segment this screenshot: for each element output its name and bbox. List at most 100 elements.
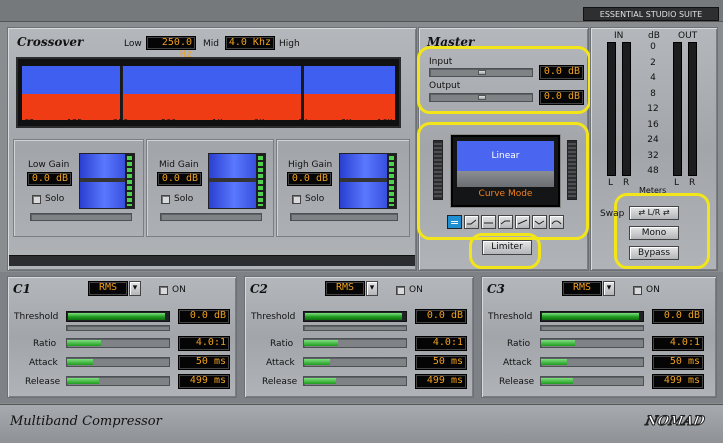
curve-mode-value: Linear bbox=[457, 141, 554, 171]
mid-solo-checkbox[interactable] bbox=[161, 195, 170, 204]
c2-detector-select[interactable]: RMS bbox=[325, 281, 365, 296]
freq-tick-500: 500 bbox=[161, 118, 177, 127]
db-scale-48: 48 bbox=[647, 166, 659, 176]
high-label: High bbox=[279, 39, 300, 49]
c3-release-slider[interactable] bbox=[540, 376, 644, 386]
low-gain-fader-handle[interactable] bbox=[80, 178, 126, 182]
lower-band-region bbox=[22, 94, 395, 120]
input-display[interactable]: 0.0 dB bbox=[539, 65, 584, 80]
c3-on-checkbox[interactable] bbox=[633, 286, 642, 295]
upper-band-region bbox=[22, 66, 395, 94]
c2-attack-display[interactable]: 50 ms bbox=[415, 355, 467, 370]
mono-button[interactable]: Mono bbox=[629, 226, 679, 240]
c1-on-label: ON bbox=[172, 285, 186, 295]
mid-band-strip bbox=[160, 213, 262, 221]
c1-detector-dropdown-icon[interactable]: ▾ bbox=[129, 281, 141, 296]
crossover-title: Crossover bbox=[17, 35, 84, 49]
high-gain-fader-handle[interactable] bbox=[340, 178, 388, 182]
mid-gain-display[interactable]: 0.0 dB bbox=[157, 172, 202, 186]
freq-tick-125: 125 bbox=[67, 118, 83, 127]
curve-shape-4-button[interactable] bbox=[498, 215, 513, 229]
c3-detector-select[interactable]: RMS bbox=[562, 281, 602, 296]
c3-ratio-slider[interactable] bbox=[540, 338, 644, 348]
c1-ratio-label: Ratio bbox=[33, 339, 57, 349]
c1-ratio-slider[interactable] bbox=[66, 338, 170, 348]
c2-on-checkbox[interactable] bbox=[396, 286, 405, 295]
mid-gain-fader-handle[interactable] bbox=[209, 178, 257, 182]
c2-detector-dropdown-icon[interactable]: ▾ bbox=[366, 281, 378, 296]
c1-threshold-label: Threshold bbox=[14, 312, 59, 322]
high-crossover-handle[interactable] bbox=[301, 66, 304, 120]
c1-threshold-fill bbox=[68, 313, 165, 320]
db-scale-2: 2 bbox=[650, 57, 656, 68]
curve-shape-2-button[interactable] bbox=[464, 215, 479, 229]
footer-title: Multiband Compressor bbox=[10, 414, 162, 429]
curve-shape-5-button[interactable] bbox=[515, 215, 530, 229]
curve-mode-caption: Curve Mode bbox=[478, 189, 533, 199]
low-gain-fader[interactable] bbox=[79, 153, 135, 209]
c1-release-label: Release bbox=[25, 377, 61, 387]
low-band-strip bbox=[30, 213, 132, 221]
c1-release-slider[interactable] bbox=[66, 376, 170, 386]
c1-on-checkbox[interactable] bbox=[159, 286, 168, 295]
nomad-logo: NOMAD bbox=[644, 414, 707, 430]
high-gain-fader[interactable] bbox=[339, 153, 397, 209]
limiter-button[interactable]: Limiter bbox=[482, 240, 532, 255]
mid-gain-fader[interactable] bbox=[208, 153, 266, 209]
c2-threshold-meter[interactable] bbox=[303, 311, 407, 322]
mid-label: Mid bbox=[203, 39, 219, 49]
curve-mode-screen[interactable]: Linear Curve Mode bbox=[451, 135, 560, 207]
c3-ratio-display[interactable]: 4.0:1 bbox=[652, 336, 704, 351]
c1-release-display[interactable]: 499 ms bbox=[178, 374, 230, 389]
output-slider[interactable] bbox=[429, 93, 533, 102]
swap-lr-button[interactable]: ⇄ L/R ⇄ bbox=[629, 206, 679, 220]
c2-threshold-display[interactable]: 0.0 dB bbox=[415, 309, 467, 324]
c3-threshold-display[interactable]: 0.0 dB bbox=[652, 309, 704, 324]
brand-tag: ESSENTIAL STUDIO SUITE bbox=[583, 7, 719, 21]
db-scale-24: 24 bbox=[647, 135, 659, 145]
low-gain-display[interactable]: 0.0 dB bbox=[27, 172, 72, 186]
c2-on-label: ON bbox=[409, 285, 423, 295]
curve-mode-graph bbox=[457, 171, 554, 187]
c3-attack-slider[interactable] bbox=[540, 357, 644, 367]
c3-on-label: ON bbox=[646, 285, 660, 295]
curve-shape-7-button[interactable] bbox=[549, 215, 564, 229]
high-gain-display[interactable]: 0.0 dB bbox=[287, 172, 332, 186]
c1-title: C1 bbox=[13, 282, 31, 296]
high-gain-level bbox=[387, 154, 396, 208]
c1-attack-slider[interactable] bbox=[66, 357, 170, 367]
curve-shape-1-button[interactable] bbox=[447, 215, 462, 229]
mid-frequency-display[interactable]: 4.0 Khz bbox=[225, 36, 275, 50]
c2-title: C2 bbox=[250, 282, 268, 296]
curve-shape-6-button[interactable] bbox=[532, 215, 547, 229]
input-slider[interactable] bbox=[429, 68, 533, 77]
output-slider-knob[interactable] bbox=[478, 95, 486, 100]
curve-shape-3-button[interactable] bbox=[481, 215, 496, 229]
c1-threshold-meter[interactable] bbox=[66, 311, 170, 322]
c2-ratio-slider[interactable] bbox=[303, 338, 407, 348]
c2-ratio-display[interactable]: 4.0:1 bbox=[415, 336, 467, 351]
low-solo-label: Solo bbox=[45, 194, 65, 204]
output-display[interactable]: 0.0 dB bbox=[539, 90, 584, 105]
c3-threshold-meter[interactable] bbox=[540, 311, 644, 322]
c3-attack-display[interactable]: 50 ms bbox=[652, 355, 704, 370]
low-solo-checkbox[interactable] bbox=[32, 195, 41, 204]
c3-attack-label: Attack bbox=[503, 358, 532, 368]
low-frequency-display[interactable]: 250.0 Hz bbox=[146, 36, 196, 60]
freq-tick-250: 250 bbox=[113, 118, 129, 127]
c1-detector-select[interactable]: RMS bbox=[88, 281, 128, 296]
input-label: Input bbox=[429, 57, 453, 67]
high-solo-checkbox[interactable] bbox=[292, 195, 301, 204]
curve-mode-left-meter bbox=[433, 140, 443, 200]
bypass-button[interactable]: Bypass bbox=[629, 246, 679, 260]
c2-attack-slider[interactable] bbox=[303, 357, 407, 367]
c1-attack-display[interactable]: 50 ms bbox=[178, 355, 230, 370]
c1-threshold-display[interactable]: 0.0 dB bbox=[178, 309, 230, 324]
input-slider-knob[interactable] bbox=[478, 70, 486, 75]
in-l-label: L bbox=[608, 178, 614, 188]
c3-detector-dropdown-icon[interactable]: ▾ bbox=[603, 281, 615, 296]
c3-release-display[interactable]: 499 ms bbox=[652, 374, 704, 389]
c2-release-display[interactable]: 499 ms bbox=[415, 374, 467, 389]
c1-ratio-display[interactable]: 4.0:1 bbox=[178, 336, 230, 351]
c2-release-slider[interactable] bbox=[303, 376, 407, 386]
